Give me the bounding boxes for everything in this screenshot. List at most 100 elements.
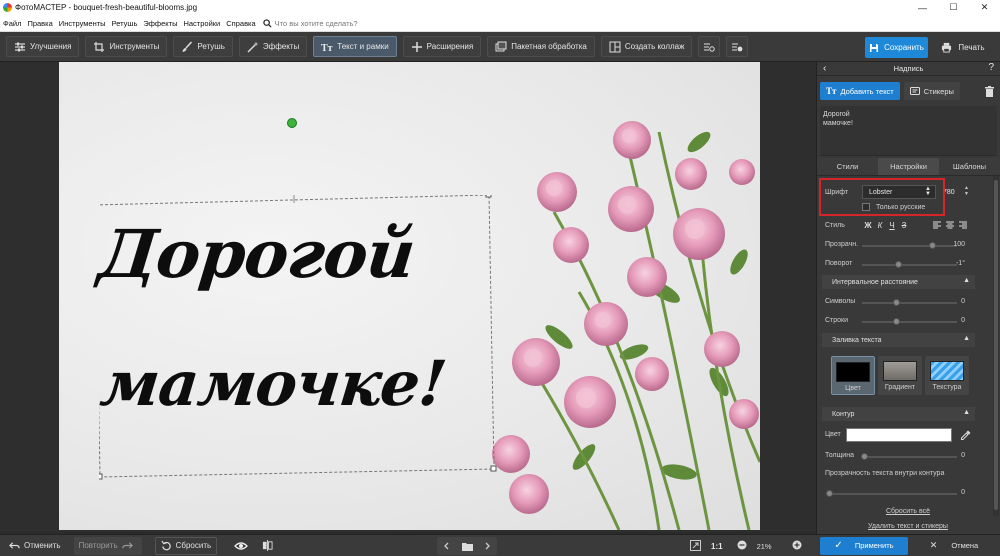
trash-icon[interactable] xyxy=(985,86,994,97)
caption-line-1[interactable]: Дорогой xyxy=(95,215,418,293)
folder-icon[interactable] xyxy=(457,537,477,555)
chevron-right-icon[interactable] xyxy=(477,537,497,555)
tab-enhance[interactable]: Улучшения xyxy=(6,36,80,57)
reset-button[interactable]: Сбросить xyxy=(154,536,218,555)
preview-line-2: мамочке! xyxy=(823,120,853,127)
eyedropper-icon[interactable] xyxy=(961,430,971,440)
tab-retouch[interactable]: Ретушь xyxy=(173,36,233,57)
fill-texture-option[interactable]: Текстура xyxy=(925,356,969,395)
apply-label: Применить xyxy=(854,541,894,550)
fill-section-header[interactable]: Заливка текста ▲ xyxy=(822,333,975,347)
undo-button[interactable]: Отменить xyxy=(4,537,66,555)
fill-color-option[interactable]: Цвет xyxy=(831,356,875,395)
stickers-button[interactable]: Стикеры xyxy=(903,82,960,100)
back-arrow-icon[interactable]: ‹ xyxy=(823,63,826,74)
menu-settings[interactable]: Настройки xyxy=(180,19,223,28)
chars-knob[interactable] xyxy=(893,299,900,306)
panel-scrollbar[interactable] xyxy=(993,176,999,516)
search-input[interactable] xyxy=(274,18,395,28)
thickness-track[interactable] xyxy=(862,456,957,458)
text-bounding-box[interactable]: Дорогой мамочке! xyxy=(95,195,497,480)
rotation-slider[interactable]: Поворот -1° xyxy=(825,258,975,270)
add-text-button[interactable]: Tт Добавить текст xyxy=(820,82,900,100)
panel-actions: Tт Добавить текст Стикеры xyxy=(817,76,1000,106)
align-right-icon[interactable] xyxy=(956,219,969,231)
char-spacing-slider[interactable]: Символы 0 xyxy=(825,296,975,308)
inner-opacity-slider[interactable]: 0 xyxy=(825,487,975,499)
apply-button[interactable]: ✓ Применить xyxy=(820,536,908,555)
fill-section-title: Заливка текста xyxy=(832,336,882,344)
close-icon[interactable]: ✕ xyxy=(969,0,1000,15)
menu-file[interactable]: Файл xyxy=(0,19,24,28)
undo-label: Отменить xyxy=(24,541,61,550)
queue-settings-button[interactable] xyxy=(698,36,721,57)
caption-line-2[interactable]: мамочке! xyxy=(97,347,449,420)
minimize-icon[interactable]: — xyxy=(907,0,938,15)
menu-retouch[interactable]: Ретушь xyxy=(109,19,141,28)
chevron-left-icon[interactable] xyxy=(437,537,457,555)
inner-opacity-value: 0 xyxy=(961,489,965,496)
opacity-track[interactable] xyxy=(862,245,957,247)
thickness-slider[interactable]: Толщина 0 xyxy=(825,450,975,462)
lines-knob[interactable] xyxy=(893,318,900,325)
preview-button[interactable] xyxy=(229,537,257,555)
zoom-out-icon[interactable] xyxy=(737,540,747,552)
tab-styles[interactable]: Стили xyxy=(817,158,878,175)
tab-settings[interactable]: Настройки xyxy=(878,158,939,175)
batch-processing-button[interactable]: Пакетная обработка xyxy=(487,36,595,57)
magic-wand-icon xyxy=(247,41,259,52)
bold-button[interactable]: Ж xyxy=(862,219,874,231)
inner-opacity-track[interactable] xyxy=(829,493,957,495)
tab-text-frames[interactable]: Tт Текст и рамки xyxy=(313,36,397,57)
font-size-stepper[interactable]: ▲ ▼ xyxy=(964,185,971,199)
queue-list-button[interactable] xyxy=(726,36,749,57)
menu-edit[interactable]: Правка xyxy=(24,19,55,28)
underline-button[interactable]: Ч xyxy=(886,219,898,231)
window-title: ФотоМАСТЕР - bouquet-fresh-beautiful-blo… xyxy=(15,3,198,12)
reset-all-link[interactable]: Сбросить всё xyxy=(816,508,1000,515)
tab-effects[interactable]: Эффекты xyxy=(238,36,308,57)
outline-color-swatch[interactable] xyxy=(846,428,952,442)
rotation-handle-icon[interactable] xyxy=(286,117,298,129)
text-input-area[interactable]: Дорогой мамочке! xyxy=(820,106,997,156)
fit-screen-icon[interactable] xyxy=(690,539,701,553)
menu-tools[interactable]: Инструменты xyxy=(56,19,109,28)
lines-value: 0 xyxy=(961,317,965,324)
thickness-knob[interactable] xyxy=(861,453,868,460)
batch-icon xyxy=(495,41,507,51)
save-button[interactable]: Сохранить xyxy=(865,37,928,58)
compare-button[interactable] xyxy=(257,537,282,555)
rotation-knob[interactable] xyxy=(895,261,902,268)
close-icon: ✕ xyxy=(929,540,938,550)
align-left-icon[interactable] xyxy=(930,219,943,231)
tab-templates[interactable]: Шаблоны xyxy=(939,158,1000,175)
zoom-in-icon[interactable] xyxy=(792,540,802,552)
redo-button[interactable]: Повторить xyxy=(73,536,142,555)
align-center-icon[interactable] xyxy=(943,219,956,231)
outline-section-header[interactable]: Контур ▲ xyxy=(822,407,975,421)
lines-track[interactable] xyxy=(862,321,957,323)
cancel-button[interactable]: ✕ Отмена xyxy=(908,540,1000,551)
tab-extensions[interactable]: Расширения xyxy=(402,36,482,57)
menu-help[interactable]: Справка xyxy=(223,19,258,28)
menu-effects[interactable]: Эффекты xyxy=(140,19,180,28)
scrollbar-thumb[interactable] xyxy=(994,180,998,510)
create-collage-button[interactable]: Создать коллаж xyxy=(600,36,693,57)
italic-button[interactable]: К xyxy=(874,219,886,231)
delete-all-link[interactable]: Удалить текст и стикеры xyxy=(816,523,1000,530)
help-icon[interactable]: ? xyxy=(988,62,994,73)
opacity-knob[interactable] xyxy=(929,242,936,249)
spacing-section-header[interactable]: Интервальное расстояние ▲ xyxy=(822,275,975,289)
actual-size-button[interactable]: 1:1 xyxy=(711,542,723,551)
strikethrough-button[interactable]: З xyxy=(898,219,910,231)
maximize-icon[interactable]: ☐ xyxy=(938,0,969,15)
fill-gradient-option[interactable]: Градиент xyxy=(878,356,922,395)
chars-track[interactable] xyxy=(862,302,957,304)
batch-processing-label: Пакетная обработка xyxy=(511,42,587,51)
inner-opacity-knob[interactable] xyxy=(826,490,833,497)
line-spacing-slider[interactable]: Строки 0 xyxy=(825,315,975,327)
rotation-track[interactable] xyxy=(862,264,957,266)
opacity-slider[interactable]: Прозрачн. 100 xyxy=(825,239,975,251)
tab-tools[interactable]: Инструменты xyxy=(85,36,168,57)
print-button[interactable]: Печать xyxy=(933,37,993,58)
